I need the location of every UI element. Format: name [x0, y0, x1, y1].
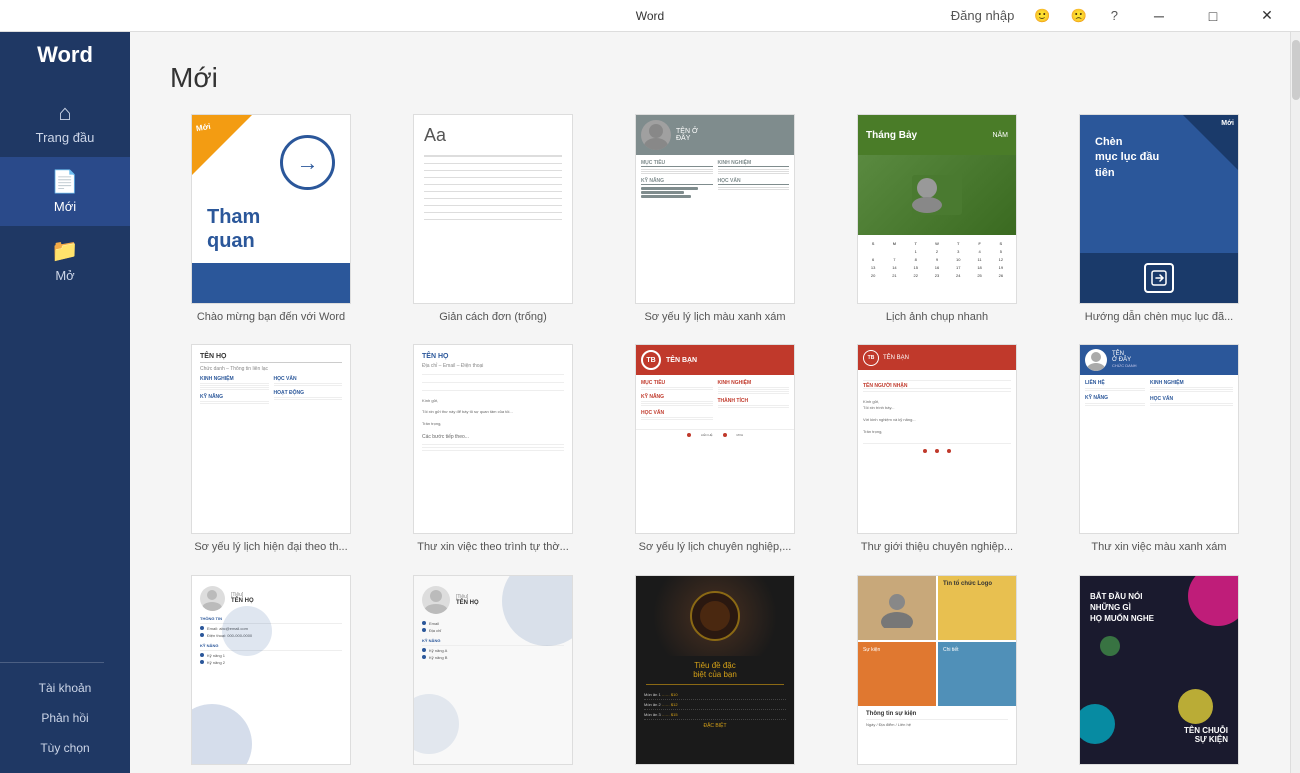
- template-label-cv-red: Sơ yếu lý lịch chuyên nghiệp,...: [639, 540, 792, 554]
- template-thumb-cv-modern[interactable]: TÊN HỌ Chức danh – Thông tin liên lạc KI…: [191, 344, 351, 534]
- template-label-cover-letter: Thư xin việc theo trình tự thờ...: [417, 540, 569, 554]
- template-thumb-intro-red[interactable]: TB TÊN BẠN TÊN NGƯỜI NHẬN Kính gửi,Tôi x…: [857, 344, 1017, 534]
- template-card-tour[interactable]: Mới → Thamquan Chào mừng bạn đến với Wor…: [170, 114, 372, 324]
- template-card-cv-circle2[interactable]: [Tiêu] TÊN HỌ Email Địa chỉ KỸ NĂNG Kỹ n…: [392, 575, 594, 771]
- sidebar-label-home: Trang đầu: [36, 130, 95, 145]
- template-thumb-cv-red[interactable]: TB TÊN BẠN MỤC TIÊU: [635, 344, 795, 534]
- template-label-cv-modern: Sơ yếu lý lịch hiện đại theo th...: [194, 540, 347, 554]
- template-card-food-menu[interactable]: Tiêu đề đặcbiệt của bạn Món ăn 1 …… $10 …: [614, 575, 816, 771]
- sidebar-item-account[interactable]: Tài khoản: [0, 673, 130, 703]
- home-icon: ⌂: [58, 100, 71, 126]
- template-card-blank[interactable]: Aa Giản cách đơn (trống): [392, 114, 594, 324]
- frown-icon[interactable]: 🙁: [1065, 6, 1093, 26]
- sidebar-bottom: Tài khoản Phản hồi Tùy chọn: [0, 652, 130, 773]
- template-card-cv-bluegray[interactable]: TÊN ỞĐÂY MỤC TIÊU: [614, 114, 816, 324]
- title-bar: Word Đăng nhập 🙂 🙁 ? ─ □ ✕: [0, 0, 1300, 32]
- blank-aa-text: Aa: [424, 125, 562, 146]
- close-button[interactable]: ✕: [1244, 0, 1290, 32]
- template-grid: Mới → Thamquan Chào mừng bạn đến với Wor…: [170, 114, 1260, 771]
- template-label-blank: Giản cách đơn (trống): [439, 310, 547, 324]
- template-thumb-cover-letter[interactable]: TÊN HỌ Địa chỉ – Email – Điện thoại Kính…: [413, 344, 573, 534]
- title-bar-controls: Đăng nhập 🙂 🙁 ? ─ □ ✕: [945, 0, 1290, 32]
- sidebar-label-open: Mở: [55, 268, 74, 283]
- template-thumb-collage[interactable]: Tìn tổ chức Logo Sự kiện Chi tiết Thông …: [857, 575, 1017, 765]
- sidebar-item-open[interactable]: 📁 Mở: [0, 226, 130, 295]
- template-thumb-cv-bluesp[interactable]: TÊNỞ ĐÂYCHỨC DANH LIÊN HỆ KỸ NĂNG: [1079, 344, 1239, 534]
- sidebar-item-options[interactable]: Tùy chọn: [0, 733, 130, 763]
- template-card-calendar[interactable]: Tháng Bảy NĂM SMTWTFS 12345 6789101112 1…: [836, 114, 1038, 324]
- template-label-cv-bluesp: Thư xin việc màu xanh xám: [1091, 540, 1226, 554]
- template-card-toc[interactable]: Mới Chènmục lục đầutiên Hướng dẫn chèn m…: [1058, 114, 1260, 324]
- template-thumb-cv-circle1[interactable]: [Tiêu] TÊN HỌ THÔNG TIN Email: abc@email…: [191, 575, 351, 765]
- template-label-toc: Hướng dẫn chèn mục lục đã...: [1085, 310, 1234, 324]
- template-card-cv-modern[interactable]: TÊN HỌ Chức danh – Thông tin liên lạc KI…: [170, 344, 372, 554]
- app-body: Word ⌂ Trang đầu 📄 Mới 📁 Mở Tài khoản Ph…: [0, 32, 1300, 773]
- sidebar-label-new: Mới: [54, 199, 76, 214]
- template-label-cv-bluegray: Sơ yếu lý lịch màu xanh xám: [644, 310, 785, 324]
- sidebar: Word ⌂ Trang đầu 📄 Mới 📁 Mở Tài khoản Ph…: [0, 32, 130, 773]
- template-card-cover-letter[interactable]: TÊN HỌ Địa chỉ – Email – Điện thoại Kính…: [392, 344, 594, 554]
- sidebar-item-new[interactable]: 📄 Mới: [0, 157, 130, 226]
- sidebar-title: Word: [0, 42, 130, 68]
- template-card-cv-bluesp[interactable]: TÊNỞ ĐÂYCHỨC DANH LIÊN HỆ KỸ NĂNG: [1058, 344, 1260, 554]
- sidebar-divider: [0, 662, 104, 663]
- template-label-calendar: Lịch ảnh chụp nhanh: [886, 310, 988, 324]
- content-area: Mới Mới → Thamquan: [130, 32, 1290, 773]
- sidebar-item-feedback[interactable]: Phản hồi: [0, 703, 130, 733]
- template-thumb-toc[interactable]: Mới Chènmục lục đầutiên: [1079, 114, 1239, 304]
- template-label-intro-red: Thư giới thiệu chuyên nghiệp...: [861, 540, 1013, 554]
- open-folder-icon: 📁: [51, 238, 78, 264]
- sidebar-item-home[interactable]: ⌂ Trang đầu: [0, 88, 130, 157]
- template-thumb-blank[interactable]: Aa: [413, 114, 573, 304]
- template-card-event[interactable]: BẮT ĐẦU NÓINHỮNG GÌHỌ MUỐN NGHE TÊN CHUỖ…: [1058, 575, 1260, 771]
- template-thumb-tour[interactable]: Mới → Thamquan: [191, 114, 351, 304]
- template-thumb-cv-bluegray[interactable]: TÊN ỞĐÂY MỤC TIÊU: [635, 114, 795, 304]
- template-card-cv-circle1[interactable]: [Tiêu] TÊN HỌ THÔNG TIN Email: abc@email…: [170, 575, 372, 771]
- template-thumb-food-menu[interactable]: Tiêu đề đặcbiệt của bạn Món ăn 1 …… $10 …: [635, 575, 795, 765]
- template-card-intro-red[interactable]: TB TÊN BẠN TÊN NGƯỜI NHẬN Kính gửi,Tôi x…: [836, 344, 1038, 554]
- toc-arrow-icon: [1144, 263, 1174, 293]
- scrollbar-thumb[interactable]: [1292, 40, 1300, 100]
- help-button[interactable]: ?: [1105, 6, 1124, 25]
- template-label-tour: Chào mừng bạn đến với Word: [197, 310, 345, 324]
- page-title: Mới: [170, 62, 1260, 94]
- minimize-button[interactable]: ─: [1136, 0, 1182, 32]
- template-card-cv-red[interactable]: TB TÊN BẠN MỤC TIÊU: [614, 344, 816, 554]
- template-thumb-event[interactable]: BẮT ĐẦU NÓINHỮNG GÌHỌ MUỐN NGHE TÊN CHUỖ…: [1079, 575, 1239, 765]
- app-title: Word: [636, 9, 664, 23]
- scrollbar-track[interactable]: [1290, 32, 1300, 773]
- new-doc-icon: 📄: [51, 169, 78, 195]
- smiley-icon[interactable]: 🙂: [1028, 6, 1056, 26]
- template-thumb-calendar[interactable]: Tháng Bảy NĂM SMTWTFS 12345 6789101112 1…: [857, 114, 1017, 304]
- maximize-button[interactable]: □: [1190, 0, 1236, 32]
- template-card-collage[interactable]: Tìn tổ chức Logo Sự kiện Chi tiết Thông …: [836, 575, 1038, 771]
- template-thumb-cv-circle2[interactable]: [Tiêu] TÊN HỌ Email Địa chỉ KỸ NĂNG Kỹ n…: [413, 575, 573, 765]
- signin-button[interactable]: Đăng nhập: [945, 6, 1021, 25]
